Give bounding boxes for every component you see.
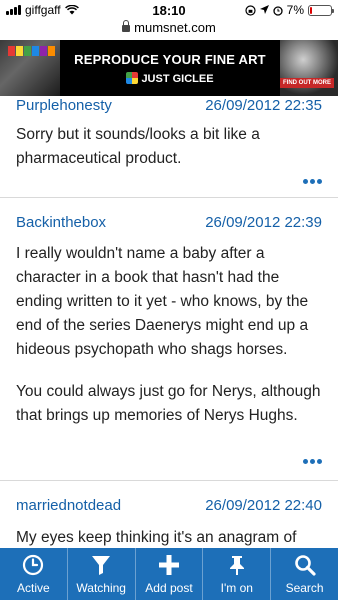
post-body: Sorry but it sounds/looks a bit like a p… — [16, 126, 260, 167]
nav-im-on[interactable]: I'm on — [203, 548, 272, 600]
poster-name[interactable]: marriednotdead — [16, 497, 121, 514]
search-icon — [294, 555, 316, 576]
bottom-nav: Active Watching Add post I'm on Search — [0, 548, 338, 600]
nav-label: Watching — [76, 581, 126, 595]
post-divider — [0, 480, 338, 481]
url-bar[interactable]: mumsnet.com — [0, 20, 338, 38]
brand-logo-icon — [126, 72, 139, 84]
alarm-icon — [273, 5, 283, 16]
post-header: Backinthebox 26/09/2012 22:39 — [0, 214, 338, 232]
nav-watching[interactable]: Watching — [68, 548, 136, 600]
post-body: My eyes keep thinking it's an anagram of — [16, 529, 297, 546]
more-options-icon[interactable] — [303, 179, 322, 184]
post: Purplehonesty 26/09/2012 22:35 Sorry but… — [0, 96, 338, 198]
nav-label: Search — [285, 581, 324, 595]
plus-icon — [158, 555, 179, 575]
nav-search[interactable]: Search — [271, 548, 338, 600]
location-icon — [259, 5, 269, 14]
post-date: 26/09/2012 22:40 — [205, 497, 322, 514]
nav-label: Add post — [145, 581, 193, 595]
post-body: I really wouldn't name a baby after a ch… — [16, 245, 309, 358]
more-options-icon[interactable] — [303, 459, 322, 464]
ad-image-left — [0, 40, 60, 96]
nav-active[interactable]: Active — [0, 548, 68, 600]
post: marriednotdead 26/09/2012 22:40 My eyes … — [0, 496, 338, 556]
ad-brand-text: JUST GICLEE — [141, 73, 214, 85]
rotation-lock-icon — [245, 4, 256, 16]
ad-brand: JUST GICLEE — [60, 72, 280, 85]
ad-headline: REPRODUCE YOUR FINE ART — [74, 52, 266, 67]
post-date: 26/09/2012 22:39 — [205, 214, 322, 231]
nav-label: I'm on — [220, 581, 253, 595]
status-right: 7% — [245, 3, 334, 17]
battery-percent: 7% — [286, 3, 304, 17]
post-date: 26/09/2012 22:35 — [205, 97, 322, 114]
poster-name[interactable]: Backinthebox — [16, 214, 106, 231]
filter-icon — [92, 556, 111, 575]
ad-banner[interactable]: REPRODUCE YOUR FINE ART JUST GICLEE FIND… — [0, 40, 338, 96]
ad-cta-button[interactable]: FIND OUT MORE — [280, 78, 334, 88]
lock-icon — [122, 20, 131, 32]
battery-icon — [308, 4, 334, 16]
post-body-paragraph-2: You could always just go for Nerys, alth… — [16, 383, 321, 424]
post-header: Purplehonesty 26/09/2012 22:35 — [0, 97, 338, 115]
pin-icon — [229, 556, 244, 575]
post-divider — [0, 197, 338, 198]
status-bar: giffgaff 18:10 7% — [0, 0, 338, 20]
nav-label: Active — [17, 581, 50, 595]
poster-name[interactable]: Purplehonesty — [16, 97, 112, 114]
post-header: marriednotdead 26/09/2012 22:40 — [0, 497, 338, 515]
battery-fill — [310, 6, 312, 14]
url-text: mumsnet.com — [134, 20, 216, 35]
post: Backinthebox 26/09/2012 22:39 I really w… — [0, 214, 338, 486]
clock-icon — [23, 554, 44, 576]
nav-add-post[interactable]: Add post — [136, 548, 204, 600]
